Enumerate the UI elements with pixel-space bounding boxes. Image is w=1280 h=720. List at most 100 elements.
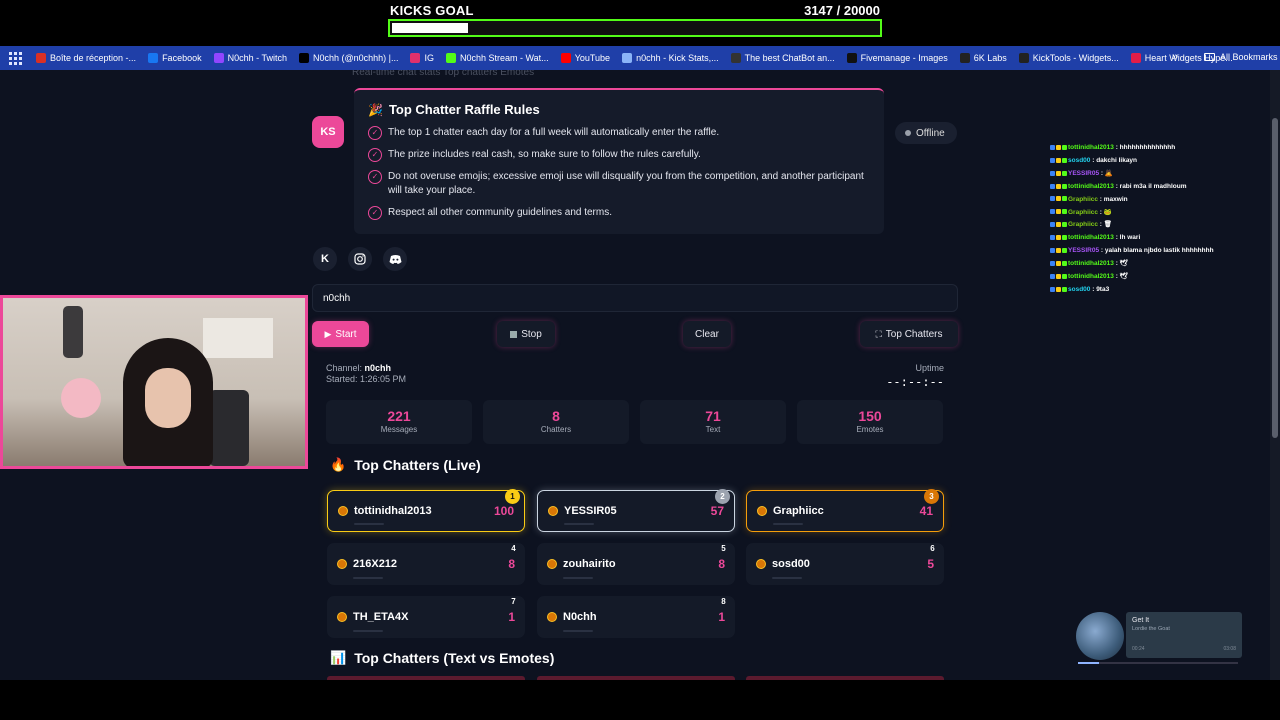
webcam-feed [0, 295, 308, 469]
instagram-icon[interactable] [348, 247, 372, 271]
bookmark-item[interactable]: Facebook [148, 53, 202, 63]
stop-button[interactable]: Stop [497, 321, 555, 347]
song-title: Get It [1132, 617, 1150, 624]
fivemanage-icon [846, 53, 857, 63]
rule-item: ✓ Do not overuse emojis; excessive emoji … [368, 170, 870, 198]
chat-badge-icon [1056, 209, 1061, 215]
bookmark-item[interactable]: N0chh Stream - Wat... [445, 53, 549, 63]
chatter-name: N0chh [563, 611, 597, 623]
kick-icon[interactable]: K [313, 247, 337, 271]
medal-icon [757, 506, 767, 516]
card-underline [773, 523, 803, 525]
bookmark-item[interactable]: YouTube [560, 53, 610, 63]
chat-message: YESSIR05 : yalah blama njbdo lastik hhhh… [1050, 245, 1270, 258]
chat-message: tottinidhal2013 : hhhhhhhhhhhhhh [1050, 142, 1270, 155]
bookmark-item[interactable]: N0chh (@n0chhh) |... [298, 53, 399, 63]
fire-icon: 🔥 [330, 457, 347, 472]
top-chatters-button[interactable]: ⛶ Top Chatters [860, 321, 958, 347]
bookmark-label: N0chh - Twitch [227, 53, 287, 63]
goal-progress-fill [392, 23, 469, 33]
chatter-card: Graphiicc 41 3 [746, 489, 944, 532]
chat-badge-icon [1062, 144, 1067, 150]
chat-badge-icon [1062, 222, 1067, 228]
medal-icon [547, 559, 557, 569]
stat-value: 150 [858, 408, 882, 424]
rule-text: The prize includes real cash, so make su… [388, 149, 701, 160]
chatter-count: 8 [718, 557, 725, 571]
chat-badge-icon [1050, 286, 1055, 292]
bookmark-label: KickTools - Widgets... [1032, 53, 1119, 63]
bookmark-item[interactable]: n0chh - Kick Stats,... [622, 53, 719, 63]
start-button[interactable]: ▶ Start [312, 321, 369, 347]
bar-chart-icon: 📊 [330, 650, 347, 665]
channel-label: Channel: [326, 363, 363, 373]
bookmark-item[interactable]: 6K Labs [959, 53, 1007, 63]
all-bookmarks-button[interactable]: All Bookmarks [1204, 52, 1278, 62]
chat-badge-icon [1056, 235, 1061, 241]
scrollbar[interactable] [1270, 70, 1280, 680]
goal-count: 3147 / 20000 [804, 3, 880, 18]
chat-message: sosd00 : 9ta3 [1050, 284, 1270, 297]
start-label: Start [335, 328, 357, 340]
chatter-card: 216X212 8 4 [327, 543, 525, 585]
chat-text: : 🐸 [1099, 208, 1112, 216]
bookmarks-more-button[interactable]: » [1172, 51, 1178, 63]
bookmark-item[interactable]: Boîte de réception -... [36, 53, 136, 63]
top-chatters-live-title: 🔥 Top Chatters (Live) [330, 457, 481, 473]
chat-badge-icon [1056, 248, 1061, 254]
chat-badge-icon [1056, 196, 1061, 202]
apps-grid-icon[interactable] [8, 51, 22, 65]
chat-message: sosd00 : dakchi likayn [1050, 155, 1270, 168]
chat-username: tottinidhal2013 [1068, 144, 1114, 151]
rank-badge: 3 [924, 489, 939, 504]
rank-badge: 7 [511, 597, 516, 606]
channel-input[interactable]: n0chh [312, 284, 958, 312]
status-dot-icon [905, 130, 911, 136]
card-underline [563, 630, 593, 632]
medal-icon [338, 506, 348, 516]
rule-item: ✓ The top 1 chatter each day for a full w… [368, 126, 870, 140]
chatter-card: zouhairito 8 5 [537, 543, 735, 585]
chat-badge-icon [1056, 260, 1061, 266]
bookmark-item[interactable]: The best ChatBot an... [730, 53, 835, 63]
stat-card: 221 Messages [326, 400, 472, 444]
clear-button[interactable]: Clear [683, 321, 731, 347]
chat-message: tottinidhal2013 : 🕊 [1050, 271, 1270, 284]
music-widget: Get It Lordie the Goat 00:24 03:08 [1076, 612, 1242, 664]
bookmark-label: N0chh Stream - Wat... [459, 53, 549, 63]
card-underline [354, 523, 384, 525]
bookmark-item[interactable]: IG [410, 53, 434, 63]
stat-card: 8 Chatters [483, 400, 629, 444]
channel-name: n0chh [364, 363, 392, 373]
chat-message: tottinidhal2013 : lh wari [1050, 232, 1270, 245]
check-circle-icon: ✓ [368, 148, 382, 162]
chat-username: tottinidhal2013 [1068, 260, 1114, 268]
discord-icon[interactable] [383, 247, 407, 271]
chatter-count: 1 [718, 610, 725, 624]
chatter-name: YESSIR05 [564, 505, 617, 517]
chatter-card: TH_ETA4X 1 7 [327, 596, 525, 638]
chat-badge-icon [1062, 196, 1067, 202]
chat-badge-icon [1062, 286, 1067, 292]
kick-icon [445, 53, 456, 63]
rules-title-text: Top Chatter Raffle Rules [388, 102, 540, 117]
stat-value: 221 [387, 408, 411, 424]
bookmark-item[interactable]: KickTools - Widgets... [1018, 53, 1119, 63]
chat-message: YESSIR05 : 🙇 [1050, 168, 1270, 181]
chat-username: YESSIR05 [1068, 247, 1100, 255]
started-time: Started: 1:26:05 PM [326, 374, 407, 384]
chat-message: Graphiicc : 🗑 [1050, 219, 1270, 232]
medal-icon [547, 612, 557, 622]
bookmark-item[interactable]: N0chh - Twitch [213, 53, 287, 63]
scroll-thumb[interactable] [1272, 118, 1278, 438]
chat-text: : maxwin [1099, 195, 1128, 203]
chat-text: : lh wari [1115, 234, 1141, 242]
bookmark-item[interactable]: Fivemanage - Images [846, 53, 948, 63]
chat-badge-icon [1056, 183, 1061, 189]
channel-meta: Channel: n0chh Started: 1:26:05 PM [326, 363, 406, 385]
chat-message: Graphiicc : 🐸 [1050, 207, 1270, 220]
check-circle-icon: ✓ [368, 126, 382, 140]
chat-username: Graphiicc [1068, 195, 1098, 203]
uptime-block: Uptime --:--:-- [860, 363, 944, 389]
bookmark-label: N0chh (@n0chhh) |... [312, 53, 399, 63]
